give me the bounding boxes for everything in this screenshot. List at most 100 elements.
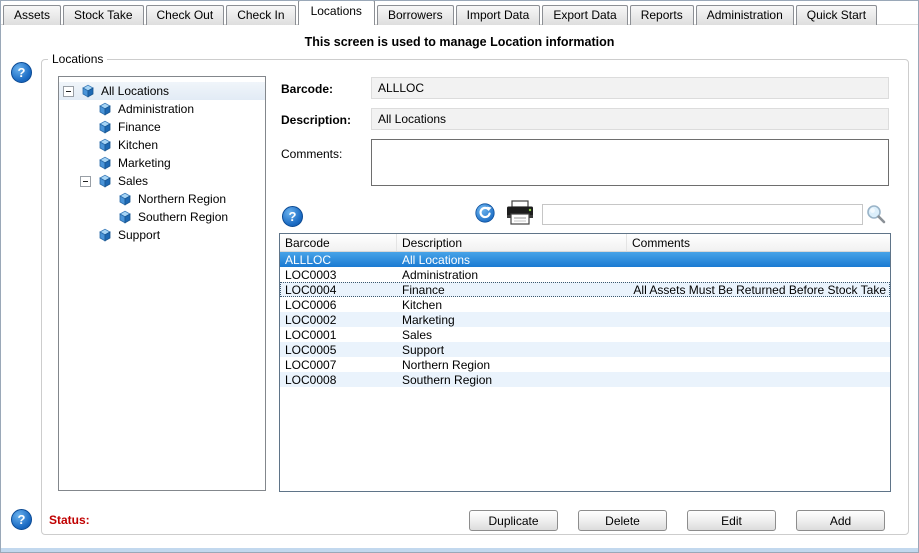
comments-field[interactable] [371, 139, 889, 186]
help-icon[interactable]: ? [282, 206, 303, 227]
description-label: Description: [281, 113, 351, 127]
tree-indent [63, 199, 117, 200]
tree-indent [63, 235, 97, 236]
tree-item-finance[interactable]: Finance [59, 118, 265, 136]
refresh-icon[interactable] [475, 203, 495, 223]
cell-comments: All Assets Must Be Returned Before Stock… [627, 283, 890, 297]
search-magnifier-icon[interactable] [864, 202, 888, 226]
description-field[interactable]: All Locations [371, 108, 889, 130]
tree-indent [63, 109, 97, 110]
cell-description: Finance [397, 283, 627, 297]
collapse-minus-icon[interactable] [80, 176, 91, 187]
tab-administration[interactable]: Administration [696, 5, 794, 25]
help-icon-glyph: ? [289, 209, 297, 224]
tree-item-sales[interactable]: Sales [59, 172, 265, 190]
location-cube-icon [117, 209, 133, 225]
tab-check-in[interactable]: Check In [226, 5, 295, 25]
locations-tree: All Locations Administration Finance Kitche… [58, 76, 266, 491]
app-window: AssetsStock TakeCheck OutCheck InLocatio… [0, 0, 919, 553]
cell-barcode: LOC0008 [280, 373, 397, 387]
barcode-label: Barcode: [281, 82, 333, 96]
tab-quick-start[interactable]: Quick Start [796, 5, 877, 25]
cell-barcode: LOC0001 [280, 328, 397, 342]
locations-groupbox-label: Locations [48, 52, 107, 66]
table-row-loc0003[interactable]: LOC0003Administration [280, 267, 890, 282]
tree-item-label: Southern Region [138, 210, 228, 224]
tab-export-data[interactable]: Export Data [542, 5, 627, 25]
tab-import-data[interactable]: Import Data [456, 5, 541, 25]
tree-item-all-locations[interactable]: All Locations [59, 82, 265, 100]
tree-item-label: Sales [118, 174, 148, 188]
location-cube-icon [97, 137, 113, 153]
tree-indent [63, 145, 97, 146]
cell-description: Marketing [397, 313, 627, 327]
printer-icon[interactable] [504, 200, 536, 227]
tab-borrowers[interactable]: Borrowers [377, 5, 454, 25]
tree-item-label: Administration [118, 102, 194, 116]
help-icon[interactable]: ? [11, 62, 32, 83]
location-cube-icon [80, 83, 96, 99]
barcode-field[interactable]: ALLLOC [371, 77, 889, 99]
delete-button[interactable]: Delete [578, 510, 667, 531]
description-value: All Locations [378, 112, 446, 126]
tree-item-label: Finance [118, 120, 161, 134]
cell-description: Northern Region [397, 358, 627, 372]
table-row-loc0005[interactable]: LOC0005Support [280, 342, 890, 357]
table-row-allloc[interactable]: ALLLOCAll Locations [280, 252, 890, 267]
location-cube-icon [97, 227, 113, 243]
tree-item-label: Marketing [118, 156, 171, 170]
locations-table: BarcodeDescriptionComments ALLLOCAll Loc… [279, 233, 891, 492]
help-icon-glyph: ? [18, 65, 26, 80]
cell-barcode: LOC0004 [280, 283, 397, 297]
tab-locations[interactable]: Locations [298, 0, 375, 25]
tree-item-label: Support [118, 228, 160, 242]
duplicate-button[interactable]: Duplicate [469, 510, 558, 531]
table-row-loc0001[interactable]: LOC0001Sales [280, 327, 890, 342]
cell-barcode: ALLLOC [280, 253, 397, 267]
tree-item-label: All Locations [101, 84, 169, 98]
cell-description: Kitchen [397, 298, 627, 312]
cell-barcode: LOC0006 [280, 298, 397, 312]
column-header-description[interactable]: Description [397, 234, 627, 251]
tab-reports[interactable]: Reports [630, 5, 694, 25]
cell-description: Sales [397, 328, 627, 342]
tab-assets[interactable]: Assets [3, 5, 61, 25]
location-cube-icon [97, 119, 113, 135]
table-row-loc0004[interactable]: LOC0004FinanceAll Assets Must Be Returne… [280, 282, 890, 297]
cell-description: All Locations [397, 253, 627, 267]
table-body: ALLLOCAll LocationsLOC0003Administration… [280, 252, 890, 387]
tree-item-southern-region[interactable]: Southern Region [59, 208, 265, 226]
table-row-loc0007[interactable]: LOC0007Northern Region [280, 357, 890, 372]
cell-barcode: LOC0007 [280, 358, 397, 372]
location-cube-icon [97, 155, 113, 171]
barcode-value: ALLLOC [378, 81, 424, 95]
comments-label: Comments: [281, 147, 342, 161]
window-bottom-edge [1, 548, 918, 552]
collapse-minus-icon[interactable] [63, 86, 74, 97]
cell-barcode: LOC0005 [280, 343, 397, 357]
search-input[interactable] [542, 204, 863, 225]
tab-stock-take[interactable]: Stock Take [63, 5, 143, 25]
tree-indent [63, 181, 80, 182]
column-header-barcode[interactable]: Barcode [280, 234, 397, 251]
tree-item-marketing[interactable]: Marketing [59, 154, 265, 172]
status-label: Status: [49, 513, 90, 527]
tree-indent [63, 217, 117, 218]
tab-check-out[interactable]: Check Out [146, 5, 225, 25]
cell-description: Southern Region [397, 373, 627, 387]
cell-barcode: LOC0002 [280, 313, 397, 327]
tab-strip: AssetsStock TakeCheck OutCheck InLocatio… [3, 1, 918, 25]
table-row-loc0002[interactable]: LOC0002Marketing [280, 312, 890, 327]
screen-instruction: This screen is used to manage Location i… [1, 35, 918, 49]
tree-item-administration[interactable]: Administration [59, 100, 265, 118]
location-cube-icon [97, 173, 113, 189]
help-icon[interactable]: ? [11, 509, 32, 530]
tree-item-northern-region[interactable]: Northern Region [59, 190, 265, 208]
edit-button[interactable]: Edit [687, 510, 776, 531]
tree-item-support[interactable]: Support [59, 226, 265, 244]
table-row-loc0008[interactable]: LOC0008Southern Region [280, 372, 890, 387]
add-button[interactable]: Add [796, 510, 885, 531]
tree-item-kitchen[interactable]: Kitchen [59, 136, 265, 154]
table-row-loc0006[interactable]: LOC0006Kitchen [280, 297, 890, 312]
column-header-comments[interactable]: Comments [627, 234, 890, 251]
